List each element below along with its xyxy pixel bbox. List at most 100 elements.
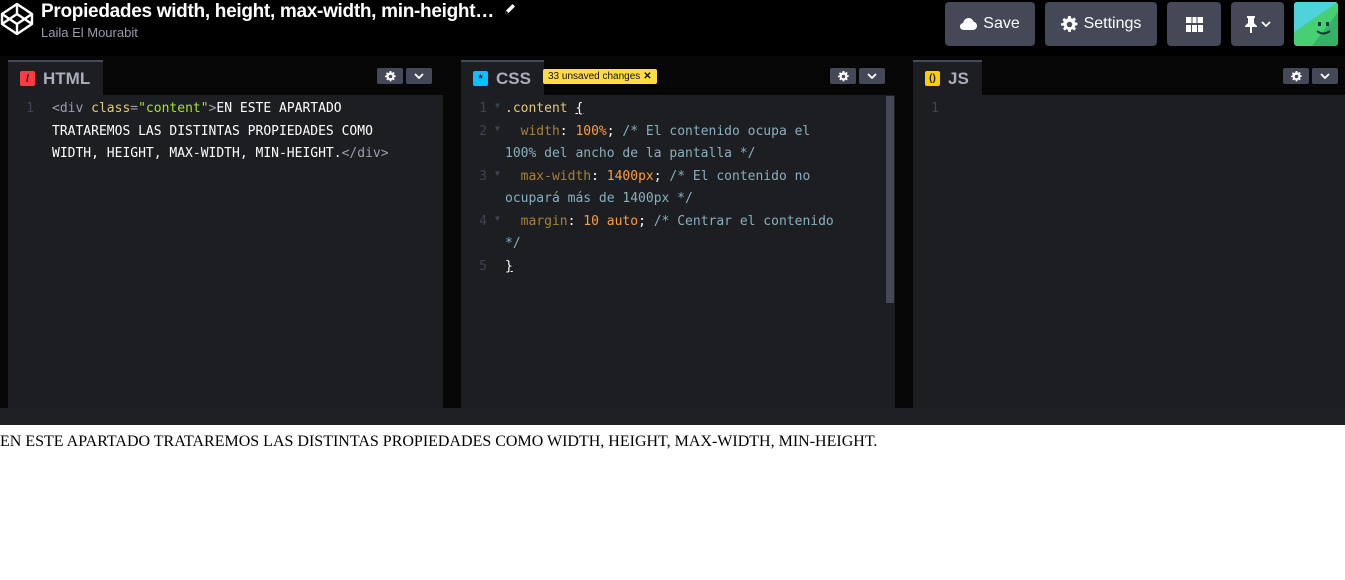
tab-css[interactable]: * CSS [461, 60, 544, 95]
js-panel-header: () JS [913, 56, 1345, 95]
html-code-area[interactable]: 1 <div class="content">EN ESTE APARTADO … [8, 95, 443, 408]
css-semicolon: ; [638, 214, 654, 229]
settings-button[interactable]: Settings [1045, 2, 1157, 46]
tab-js[interactable]: () JS [913, 60, 982, 95]
pin-icon [1245, 15, 1257, 33]
css-asterisk-icon: * [473, 71, 488, 86]
save-label: Save [983, 15, 1020, 32]
avatar-face-icon [1294, 2, 1338, 46]
line-number: 5 [479, 259, 487, 274]
js-collapse-button[interactable] [1312, 68, 1338, 84]
unsaved-count: 33 unsaved changes [548, 71, 641, 82]
css-panel-header: * CSS 33 unsaved changes ✕ [461, 56, 895, 95]
css-collapse-button[interactable] [859, 68, 885, 84]
css-comment: */ [505, 236, 521, 251]
html-panel-header: / HTML [8, 56, 443, 95]
css-editor-panel: * CSS 33 unsaved changes ✕ 1 ▼ .content {… [461, 56, 895, 408]
js-editor-panel: () JS 1 [913, 56, 1345, 408]
html-content: EN ESTE APARTADO [216, 101, 342, 116]
code-text: width: 100%; /* El contenido ocupa el [505, 124, 811, 139]
css-icon-glyph: * [478, 72, 483, 85]
change-view-button[interactable] [1167, 2, 1221, 46]
css-property: width [520, 124, 560, 139]
gear-icon [384, 70, 396, 81]
chevron-down-icon [1320, 72, 1330, 79]
user-avatar[interactable] [1294, 2, 1338, 46]
css-colon: : [567, 214, 584, 229]
js-icon-glyph: () [929, 73, 936, 84]
html-eq: = [130, 101, 139, 116]
html-tag: <div [52, 101, 92, 116]
js-parens-icon: () [925, 71, 940, 86]
chevron-down-icon [414, 72, 424, 79]
css-colon: : [559, 124, 576, 139]
css-brace: { [575, 101, 584, 116]
pencil-icon[interactable] [503, 2, 517, 16]
css-brace: } [505, 259, 513, 274]
css-comment: ocupará más de 1400px */ [505, 191, 693, 206]
css-scrollbar[interactable] [886, 96, 894, 303]
save-button[interactable]: Save [945, 2, 1035, 46]
pin-button[interactable] [1231, 2, 1284, 46]
html-content: TRATAREMOS LAS DISTINTAS PROPIEDADES COM… [52, 124, 373, 139]
fold-arrow-icon[interactable]: ▼ [495, 124, 500, 133]
close-icon[interactable]: ✕ [643, 71, 651, 82]
fold-arrow-icon[interactable]: ▼ [495, 169, 500, 178]
settings-label: Settings [1083, 15, 1142, 32]
css-comment: /* Centrar el contenido [653, 214, 834, 229]
gear-icon [837, 70, 849, 81]
css-comment: /* El contenido ocupa el [622, 124, 811, 139]
layout-grid-icon [1185, 16, 1203, 32]
preview-content: EN ESTE APARTADO TRATAREMOS LAS DISTINTA… [0, 433, 878, 450]
editors-area: / HTML 1 <div class="content">EN ESTE AP… [0, 56, 1345, 408]
code-text: <div class="content">EN ESTE APARTADO [52, 101, 342, 116]
gear-icon [1290, 70, 1302, 81]
html-settings-button[interactable] [377, 68, 403, 84]
line-number: 2 [479, 124, 487, 139]
css-tab-label: CSS [496, 68, 531, 88]
html-tab-label: HTML [43, 68, 91, 88]
html-string: "content" [138, 101, 209, 116]
css-settings-button[interactable] [830, 68, 856, 84]
code-text: margin: 10 auto; /* Centrar el contenido [505, 214, 834, 229]
author-name[interactable]: Laila El Mourabit [41, 25, 517, 40]
html-editor-panel: / HTML 1 <div class="content">EN ESTE AP… [8, 56, 443, 408]
line-number: 4 [479, 214, 487, 229]
html-icon-glyph: / [25, 72, 30, 85]
html-slash-icon: / [20, 71, 35, 86]
css-comment: 100% del ancho de la pantalla */ [505, 146, 756, 161]
css-value: 1400px [606, 169, 654, 184]
fold-arrow-icon[interactable]: ▼ [495, 101, 500, 110]
css-property: max-width [520, 169, 592, 184]
result-preview: EN ESTE APARTADO TRATAREMOS LAS DISTINTA… [0, 425, 1345, 580]
css-semicolon: ; [606, 124, 623, 139]
css-selector: .content [505, 101, 568, 116]
line-number: 1 [26, 101, 34, 116]
top-header: Propiedades width, height, max-width, mi… [0, 0, 1345, 56]
js-settings-button[interactable] [1283, 68, 1309, 84]
pen-title-block: Propiedades width, height, max-width, mi… [41, 1, 517, 40]
js-code-area[interactable]: 1 [913, 95, 1345, 408]
css-colon: : [591, 169, 607, 184]
line-number: 1 [479, 101, 487, 116]
css-property: margin [520, 214, 568, 229]
css-comment: /* El contenido no [669, 169, 811, 184]
tab-html[interactable]: / HTML [8, 60, 104, 95]
unsaved-changes-badge[interactable]: 33 unsaved changes ✕ [543, 69, 657, 84]
html-attr: class [91, 101, 131, 116]
cloud-icon [960, 18, 978, 30]
chevron-down-icon [867, 72, 877, 79]
gear-icon [1060, 15, 1078, 32]
chevron-down-icon [1261, 20, 1271, 27]
css-code-area[interactable]: 1 ▼ .content { 2 ▼ width: 100%; /* El co… [461, 95, 895, 408]
resize-divider[interactable] [0, 408, 1345, 425]
codepen-logo-icon[interactable] [0, 2, 34, 36]
fold-arrow-icon[interactable]: ▼ [495, 214, 500, 223]
css-value-keyword: auto [606, 214, 639, 229]
html-close-tag: </div> [341, 146, 389, 161]
css-semicolon: ; [653, 169, 670, 184]
pen-title[interactable]: Propiedades width, height, max-width, mi… [41, 1, 494, 23]
code-text: max-width: 1400px; /* El contenido no [505, 169, 811, 184]
html-collapse-button[interactable] [406, 68, 432, 84]
line-number: 1 [931, 101, 939, 116]
